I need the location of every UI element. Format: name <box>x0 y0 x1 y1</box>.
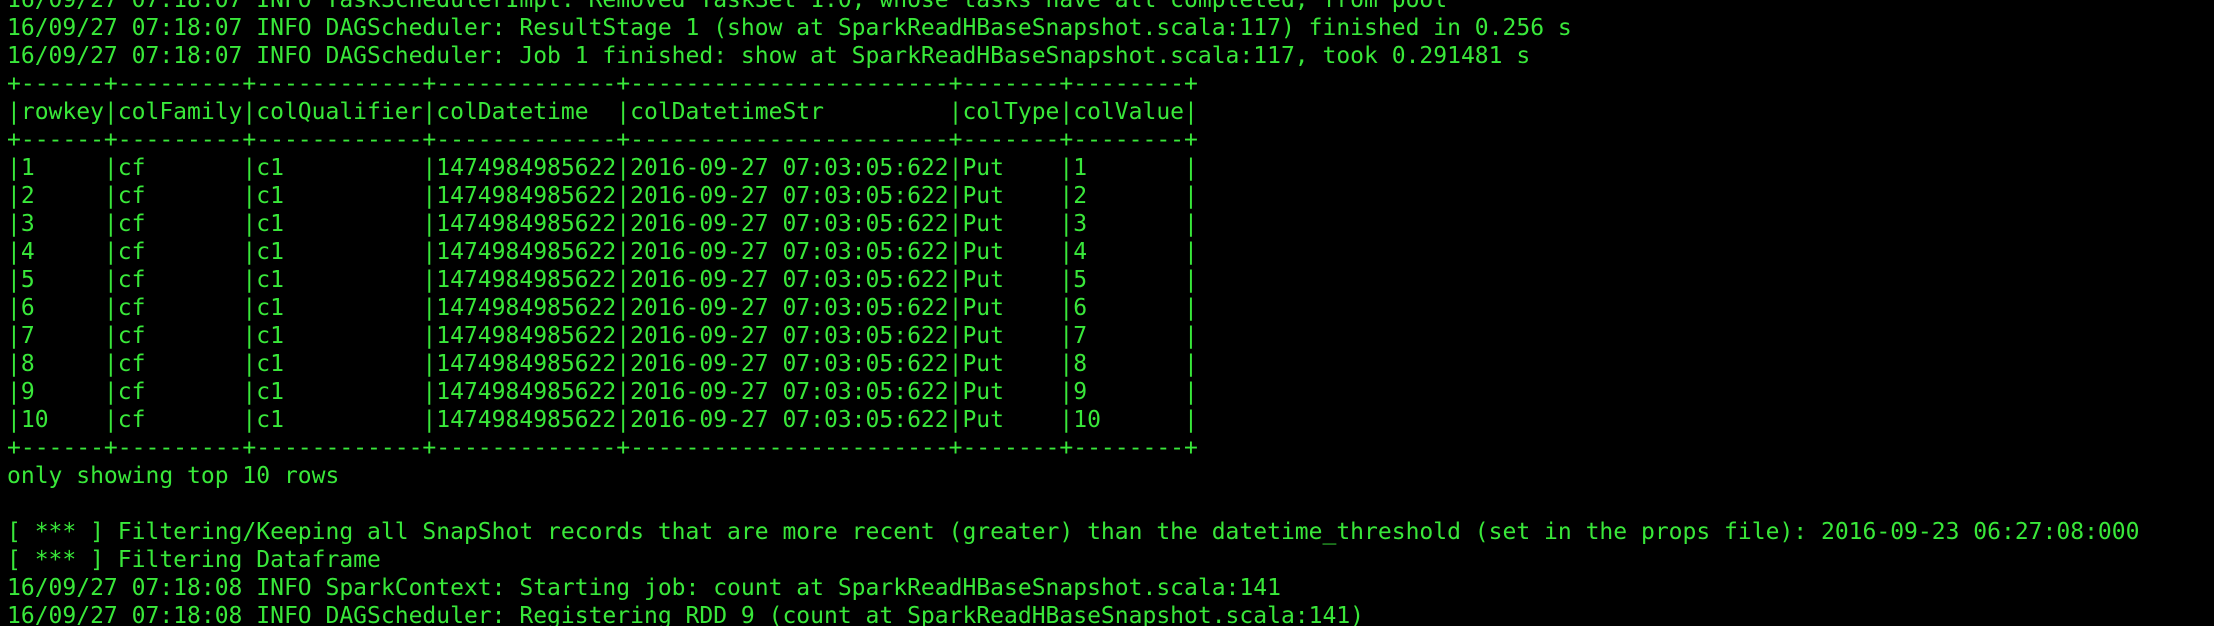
table-border: +------+---------+------------+---------… <box>7 127 1198 153</box>
log-line: 16/09/27 07:18:08 INFO DAGScheduler: Reg… <box>7 603 1365 626</box>
table-row: |10 |cf |c1 |1474984985622|2016-09-27 07… <box>7 407 1198 433</box>
table-row: |6 |cf |c1 |1474984985622|2016-09-27 07:… <box>7 295 1198 321</box>
table-row: |8 |cf |c1 |1474984985622|2016-09-27 07:… <box>7 351 1198 377</box>
terminal-window[interactable]: 16/09/27 07:18:07 INFO TaskSchedulerImpl… <box>0 0 2214 626</box>
table-row: |7 |cf |c1 |1474984985622|2016-09-27 07:… <box>7 323 1198 349</box>
log-line: 16/09/27 07:18:07 INFO DAGScheduler: Res… <box>7 15 1572 41</box>
table-footer-note: only showing top 10 rows <box>7 463 340 489</box>
table-row: |1 |cf |c1 |1474984985622|2016-09-27 07:… <box>7 155 1198 181</box>
log-line: 16/09/27 07:18:08 INFO SparkContext: Sta… <box>7 575 1281 601</box>
table-border: +------+---------+------------+---------… <box>7 71 1198 97</box>
log-line: 16/09/27 07:18:07 INFO DAGScheduler: Job… <box>7 43 1531 69</box>
table-row: |9 |cf |c1 |1474984985622|2016-09-27 07:… <box>7 379 1198 405</box>
table-header-row: |rowkey|colFamily|colQualifier|colDateti… <box>7 99 1198 125</box>
log-line: 16/09/27 07:18:07 INFO TaskSchedulerImpl… <box>7 0 1448 13</box>
table-row: |4 |cf |c1 |1474984985622|2016-09-27 07:… <box>7 239 1198 265</box>
status-message: [ *** ] Filtering/Keeping all SnapShot r… <box>7 519 2140 545</box>
table-border: +------+---------+------------+---------… <box>7 435 1198 461</box>
table-row: |5 |cf |c1 |1474984985622|2016-09-27 07:… <box>7 267 1198 293</box>
status-message: [ *** ] Filtering Dataframe <box>7 547 381 573</box>
table-row: |3 |cf |c1 |1474984985622|2016-09-27 07:… <box>7 211 1198 237</box>
table-row: |2 |cf |c1 |1474984985622|2016-09-27 07:… <box>7 183 1198 209</box>
